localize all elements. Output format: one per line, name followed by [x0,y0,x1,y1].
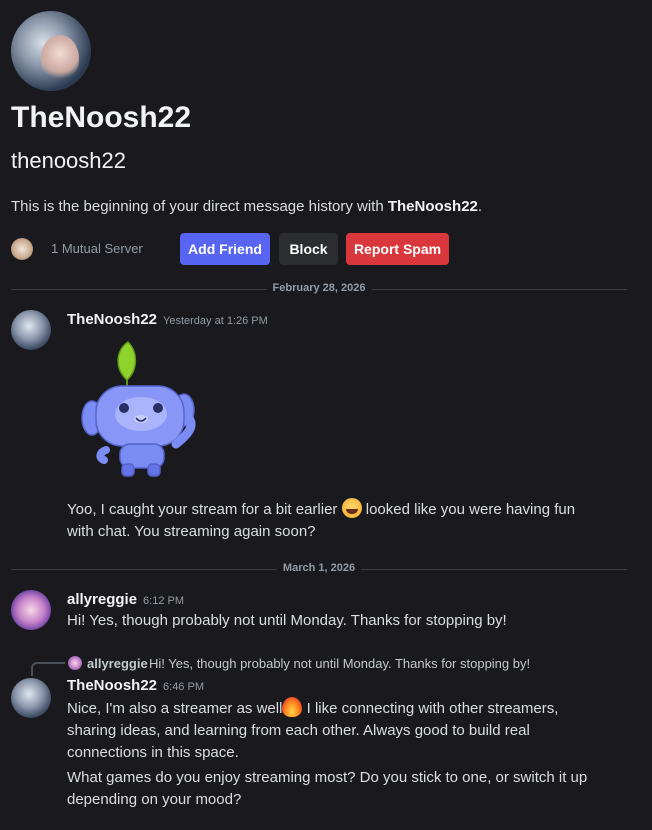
fire-emoji-icon[interactable] [282,697,303,717]
message-header: TheNoosh22 6:46 PM [67,677,204,694]
intro-suffix: . [477,198,483,215]
message-avatar[interactable] [11,310,51,350]
message-text: I like connecting with other streamers, [302,700,559,717]
date-divider-label: February 28, 2026 [266,282,372,294]
reply-connector [31,662,65,676]
mutual-server-icon[interactable] [11,238,33,260]
report-spam-button[interactable]: Report Spam [346,233,449,265]
message-author[interactable]: allyreggie [67,591,137,608]
message-text: looked like you were having fun [361,501,576,518]
message-timestamp: 6:12 PM [143,595,185,607]
dm-history-intro: This is the beginning of your direct mes… [11,198,482,215]
message-author[interactable]: TheNoosh22 [67,677,157,694]
profile-display-name: TheNoosh22 [11,101,192,134]
message-text: connections in this space. [67,744,239,761]
message-header: TheNoosh22 Yesterday at 1:26 PM [67,311,268,328]
profile-avatar[interactable] [11,11,91,91]
message-avatar[interactable] [11,590,51,630]
message-content: Hi! Yes, though probably not until Monda… [67,612,507,629]
block-button[interactable]: Block [279,233,338,265]
message-text: Yoo, I caught your stream for a bit earl… [67,501,342,518]
message-text: depending on your mood? [67,791,242,808]
date-divider-label: March 1, 2026 [276,562,362,574]
profile-actions-row: 1 Mutual Server Add Friend Block Report … [11,233,471,265]
joy-emoji-icon[interactable] [341,498,362,518]
message-content: What games do you enjoy streaming most? … [67,767,607,811]
date-divider: February 28, 2026 [11,282,627,296]
wumpus-sticker[interactable] [78,340,202,480]
message-text: Nice, I'm also a streamer as well [67,700,283,717]
message-author[interactable]: TheNoosh22 [67,311,157,328]
date-divider: March 1, 2026 [11,562,627,576]
add-friend-button[interactable]: Add Friend [180,233,270,265]
message-timestamp: Yesterday at 1:26 PM [163,315,268,327]
message-timestamp: 6:46 PM [163,681,204,693]
message-content: Nice, I'm also a streamer as well I like… [67,697,607,764]
mutual-servers-link[interactable]: 1 Mutual Server [51,241,143,256]
reply-preview[interactable]: Hi! Yes, though probably not until Monda… [149,656,530,671]
message-avatar[interactable] [11,678,51,718]
message-text: What games do you enjoy streaming most? … [67,769,588,786]
intro-name: TheNoosh22 [387,198,478,215]
message-text: with chat. You streaming again soon? [67,523,316,540]
message-header: allyreggie 6:12 PM [67,591,184,608]
reply-avatar[interactable] [68,656,82,670]
intro-prefix: This is the beginning of your direct mes… [11,198,388,215]
message-content: Yoo, I caught your stream for a bit earl… [67,498,607,543]
profile-username: thenoosh22 [11,148,126,173]
reply-author[interactable]: allyreggie [87,656,148,671]
message-text: sharing ideas, and learning from each ot… [67,722,530,739]
